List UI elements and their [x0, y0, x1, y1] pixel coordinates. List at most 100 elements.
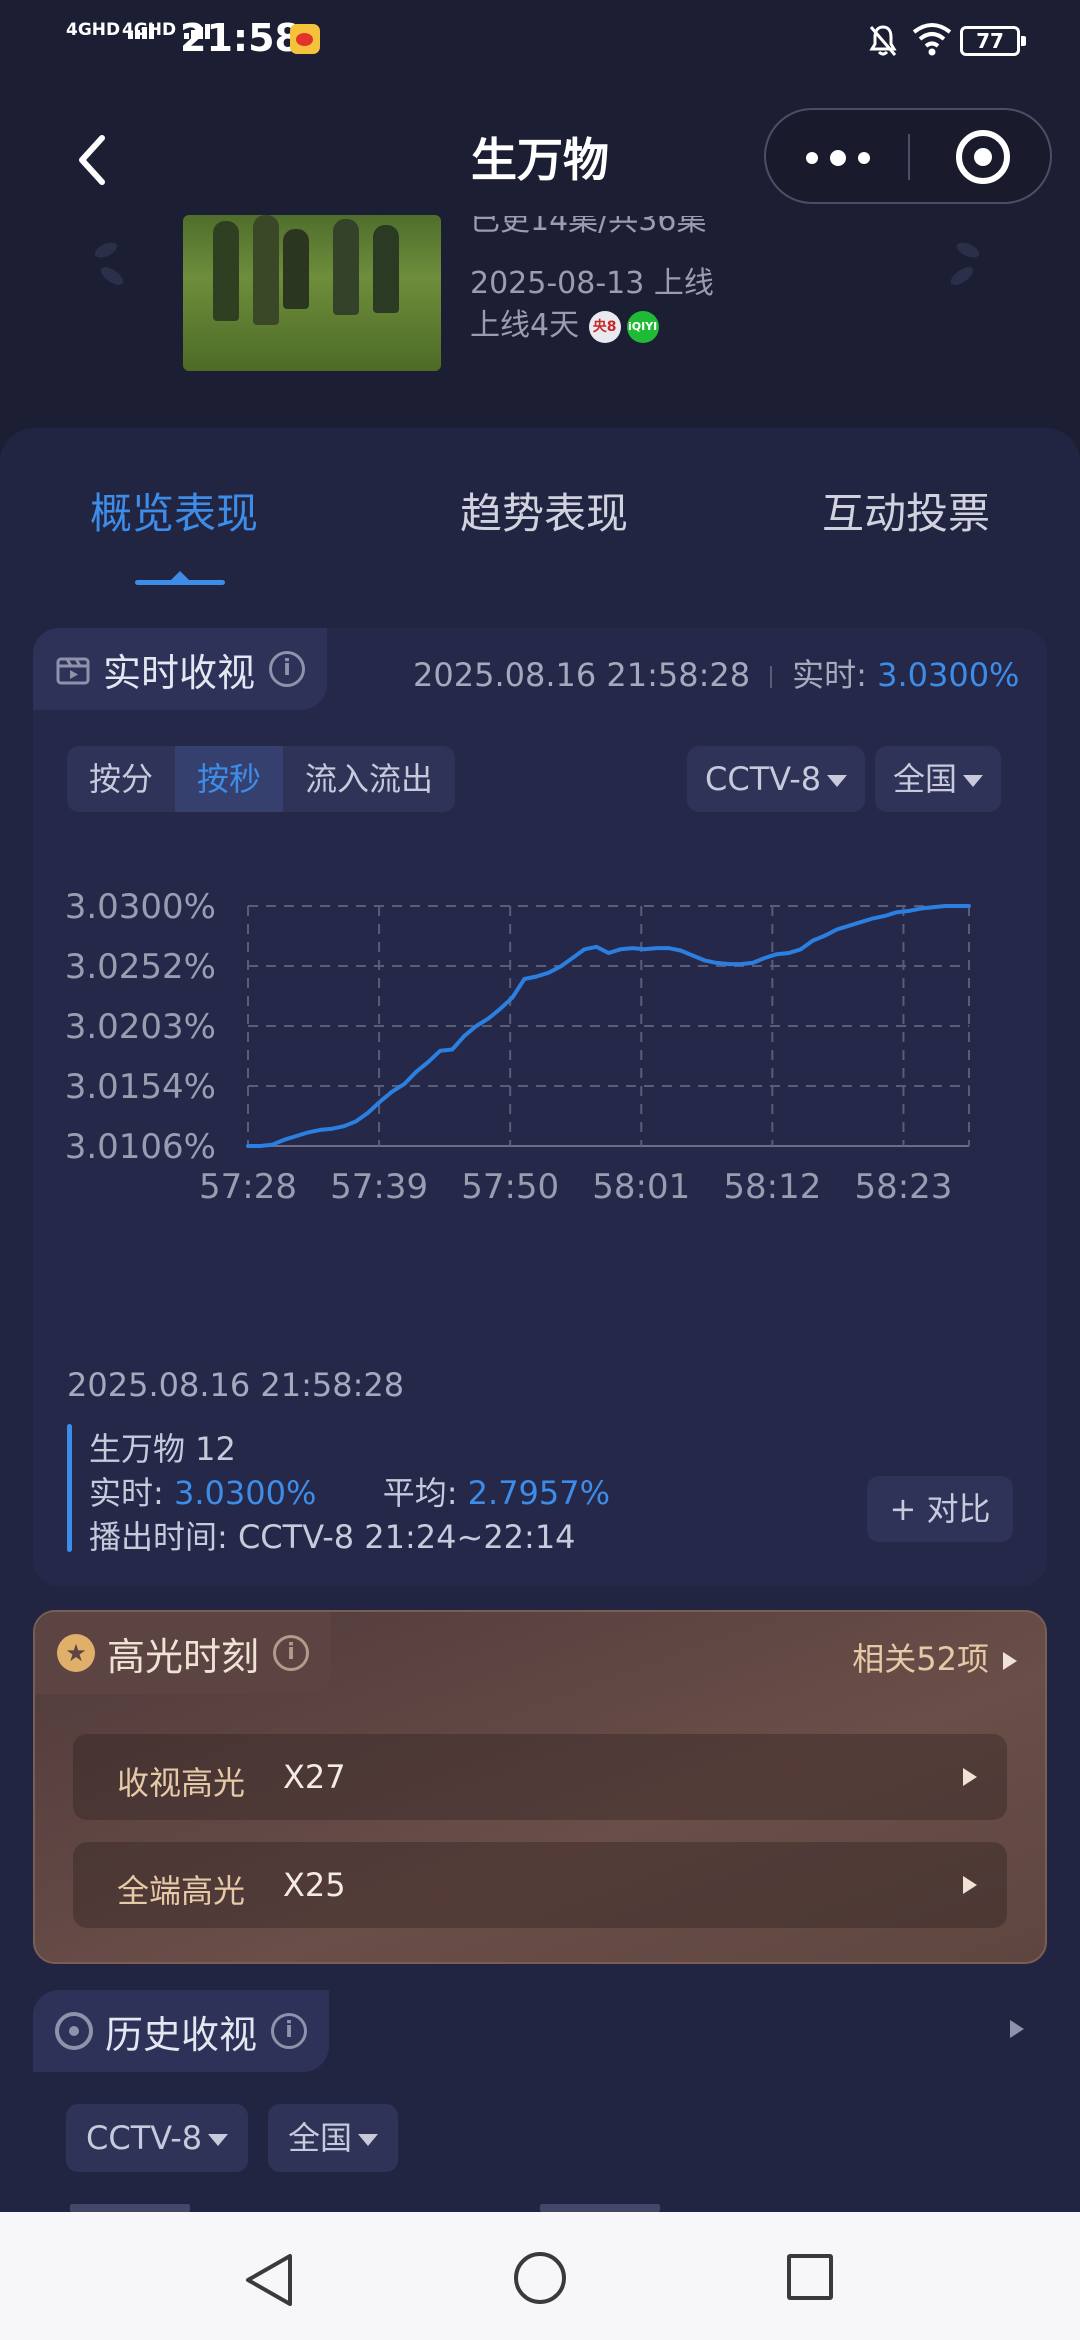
y-tick-label: 3.0203%: [65, 1007, 216, 1047]
highlights-title: 高光时刻: [107, 1634, 260, 1679]
history-header: 历史收视 i: [33, 1990, 330, 2072]
info-icon[interactable]: i: [269, 651, 306, 687]
history-more-button[interactable]: [996, 2018, 1024, 2038]
mini-program-capsule: [764, 108, 1052, 204]
battery-level: 77: [976, 29, 1004, 53]
arrow-right-icon: [963, 1876, 977, 1894]
x-tick-label: 57:39: [330, 1167, 428, 1207]
mode-inflow-outflow[interactable]: 流入流出: [283, 746, 455, 812]
rating-summary: 实时: 3.0300% 平均: 2.7957%: [89, 1468, 610, 1514]
highlight-count: X25: [283, 1866, 346, 1904]
days-online: 上线4天: [470, 308, 580, 343]
legend-bar: [67, 1424, 72, 1552]
highlight-label: 全端高光: [117, 1872, 246, 1910]
realtime-status: 2025.08.16 21:58:28 实时: 3.0300%: [413, 650, 1019, 696]
film-reel-icon: [55, 2012, 93, 2050]
channel-value: CCTV-8: [705, 760, 822, 798]
x-tick-label: 57:28: [199, 1167, 297, 1207]
wifi-icon: [912, 23, 952, 56]
caret-down-icon: [358, 2134, 379, 2146]
mode-by-minute[interactable]: 按分: [67, 746, 175, 812]
cctv8-logo-icon: 央8: [588, 310, 621, 343]
star-badge-icon: [57, 1634, 95, 1672]
realtime-timestamp: 2025.08.16 21:58:28: [413, 656, 751, 694]
region-select[interactable]: 全国: [875, 746, 1002, 812]
close-mini-program-icon[interactable]: [956, 130, 1010, 184]
highlights-card: 高光时刻 i 相关52项 收视高光 X27 全端高光 X25: [33, 1610, 1047, 1964]
network-type-label: 4GHD: [66, 20, 121, 40]
realtime-value: 3.0300%: [173, 1474, 317, 1512]
realtime-title: 实时收视: [103, 650, 256, 695]
battery-icon: 77: [960, 26, 1026, 56]
nav-home-icon[interactable]: [514, 2252, 566, 2304]
highlight-row-allplatform[interactable]: 全端高光 X25: [73, 1842, 1007, 1928]
airtime: 播出时间: CCTV-8 21:24~22:14: [89, 1518, 576, 1556]
history-title: 历史收视: [105, 2012, 258, 2057]
history-channel-select[interactable]: CCTV-8: [66, 2104, 249, 2172]
related-count: 相关52项: [852, 1640, 989, 1678]
x-tick-label: 58:23: [854, 1167, 952, 1207]
tab-trend[interactable]: 趋势表现: [460, 480, 628, 541]
live-label: 实时:: [792, 656, 878, 694]
x-tick-label: 58:01: [592, 1167, 690, 1207]
realtime-header: 实时收视 i: [33, 628, 328, 710]
y-tick-label: 3.0154%: [65, 1067, 216, 1107]
y-tick-label: 3.0252%: [65, 947, 216, 987]
region-value: 全国: [893, 760, 958, 798]
info-icon[interactable]: i: [273, 1635, 310, 1671]
episode-label: 生万物 12: [89, 1430, 236, 1468]
history-region-select[interactable]: 全国: [268, 2104, 399, 2172]
average-value: 2.7957%: [467, 1474, 611, 1512]
highlights-header: 高光时刻 i: [35, 1612, 332, 1694]
compare-button[interactable]: + 对比: [867, 1476, 1013, 1542]
network-type-label: 4GHD: [122, 20, 177, 40]
arrow-right-icon: [963, 1768, 977, 1786]
history-channel-value: CCTV-8: [86, 2119, 203, 2157]
caret-down-icon: [827, 775, 848, 787]
highlight-label: 收视高光: [117, 1764, 246, 1802]
highlight-row-ratings[interactable]: 收视高光 X27: [73, 1734, 1007, 1820]
days-online-row: 上线4天 央8 iQIYI: [470, 300, 659, 344]
bell-off-icon: [869, 25, 897, 56]
more-icon[interactable]: [806, 148, 870, 168]
status-bar: 4GHD 4GHD 21:58 77: [0, 0, 1080, 80]
clipped-content: [60, 2198, 860, 2212]
weibo-icon: [290, 24, 320, 54]
system-navigation-bar: [0, 2212, 1080, 2340]
granularity-toggle: 按分 按秒 流入流出: [67, 746, 456, 812]
mode-by-second[interactable]: 按秒: [175, 746, 284, 812]
iqiyi-logo-icon: iQIYI: [626, 310, 659, 343]
chart-selected-time: 2025.08.16 21:58:28: [67, 1366, 405, 1404]
y-tick-label: 3.0300%: [65, 887, 216, 927]
y-tick-label: 3.0106%: [65, 1127, 216, 1167]
nav-recent-apps-icon[interactable]: [787, 2254, 833, 2300]
tab-indicator: [135, 571, 225, 585]
channel-select[interactable]: CCTV-8: [687, 746, 866, 812]
caret-down-icon: [208, 2134, 229, 2146]
average-label: 平均:: [382, 1474, 468, 1512]
arrow-right-icon: [1003, 1652, 1017, 1670]
realtime-chart[interactable]: 3.0106% 3.0154% 3.0203% 3.0252% 3.0300% 57:28…: [33, 828, 1047, 1348]
x-tick-label: 58:12: [723, 1167, 821, 1207]
laurel-right-icon: [950, 242, 980, 285]
tab-vote[interactable]: 互动投票: [822, 480, 990, 541]
clock: 21:58: [180, 16, 301, 60]
release-date: 2025-08-13 上线: [470, 266, 714, 301]
tab-overview[interactable]: 概览表现: [90, 480, 258, 541]
related-items-link[interactable]: 相关52项: [852, 1634, 1017, 1680]
highlight-count: X27: [283, 1758, 346, 1796]
realtime-ratings-card: 实时收视 i 2025.08.16 21:58:28 实时: 3.0300% 按分…: [33, 628, 1047, 1586]
nav-back-icon[interactable]: [242, 2252, 296, 2308]
info-icon[interactable]: i: [271, 2013, 308, 2049]
live-value: 3.0300%: [877, 656, 1020, 694]
history-region-value: 全国: [288, 2119, 353, 2157]
episodes-info: 已更14集/共36集: [470, 216, 707, 238]
capsule-divider: [908, 134, 910, 180]
laurel-left-icon: [94, 242, 124, 285]
drama-poster[interactable]: [183, 215, 441, 371]
realtime-label: 实时:: [89, 1474, 174, 1512]
caret-down-icon: [963, 775, 984, 787]
arrow-right-icon: [1010, 2019, 1024, 2038]
clapperboard-icon: [56, 657, 90, 685]
x-tick-label: 57:50: [461, 1167, 559, 1207]
